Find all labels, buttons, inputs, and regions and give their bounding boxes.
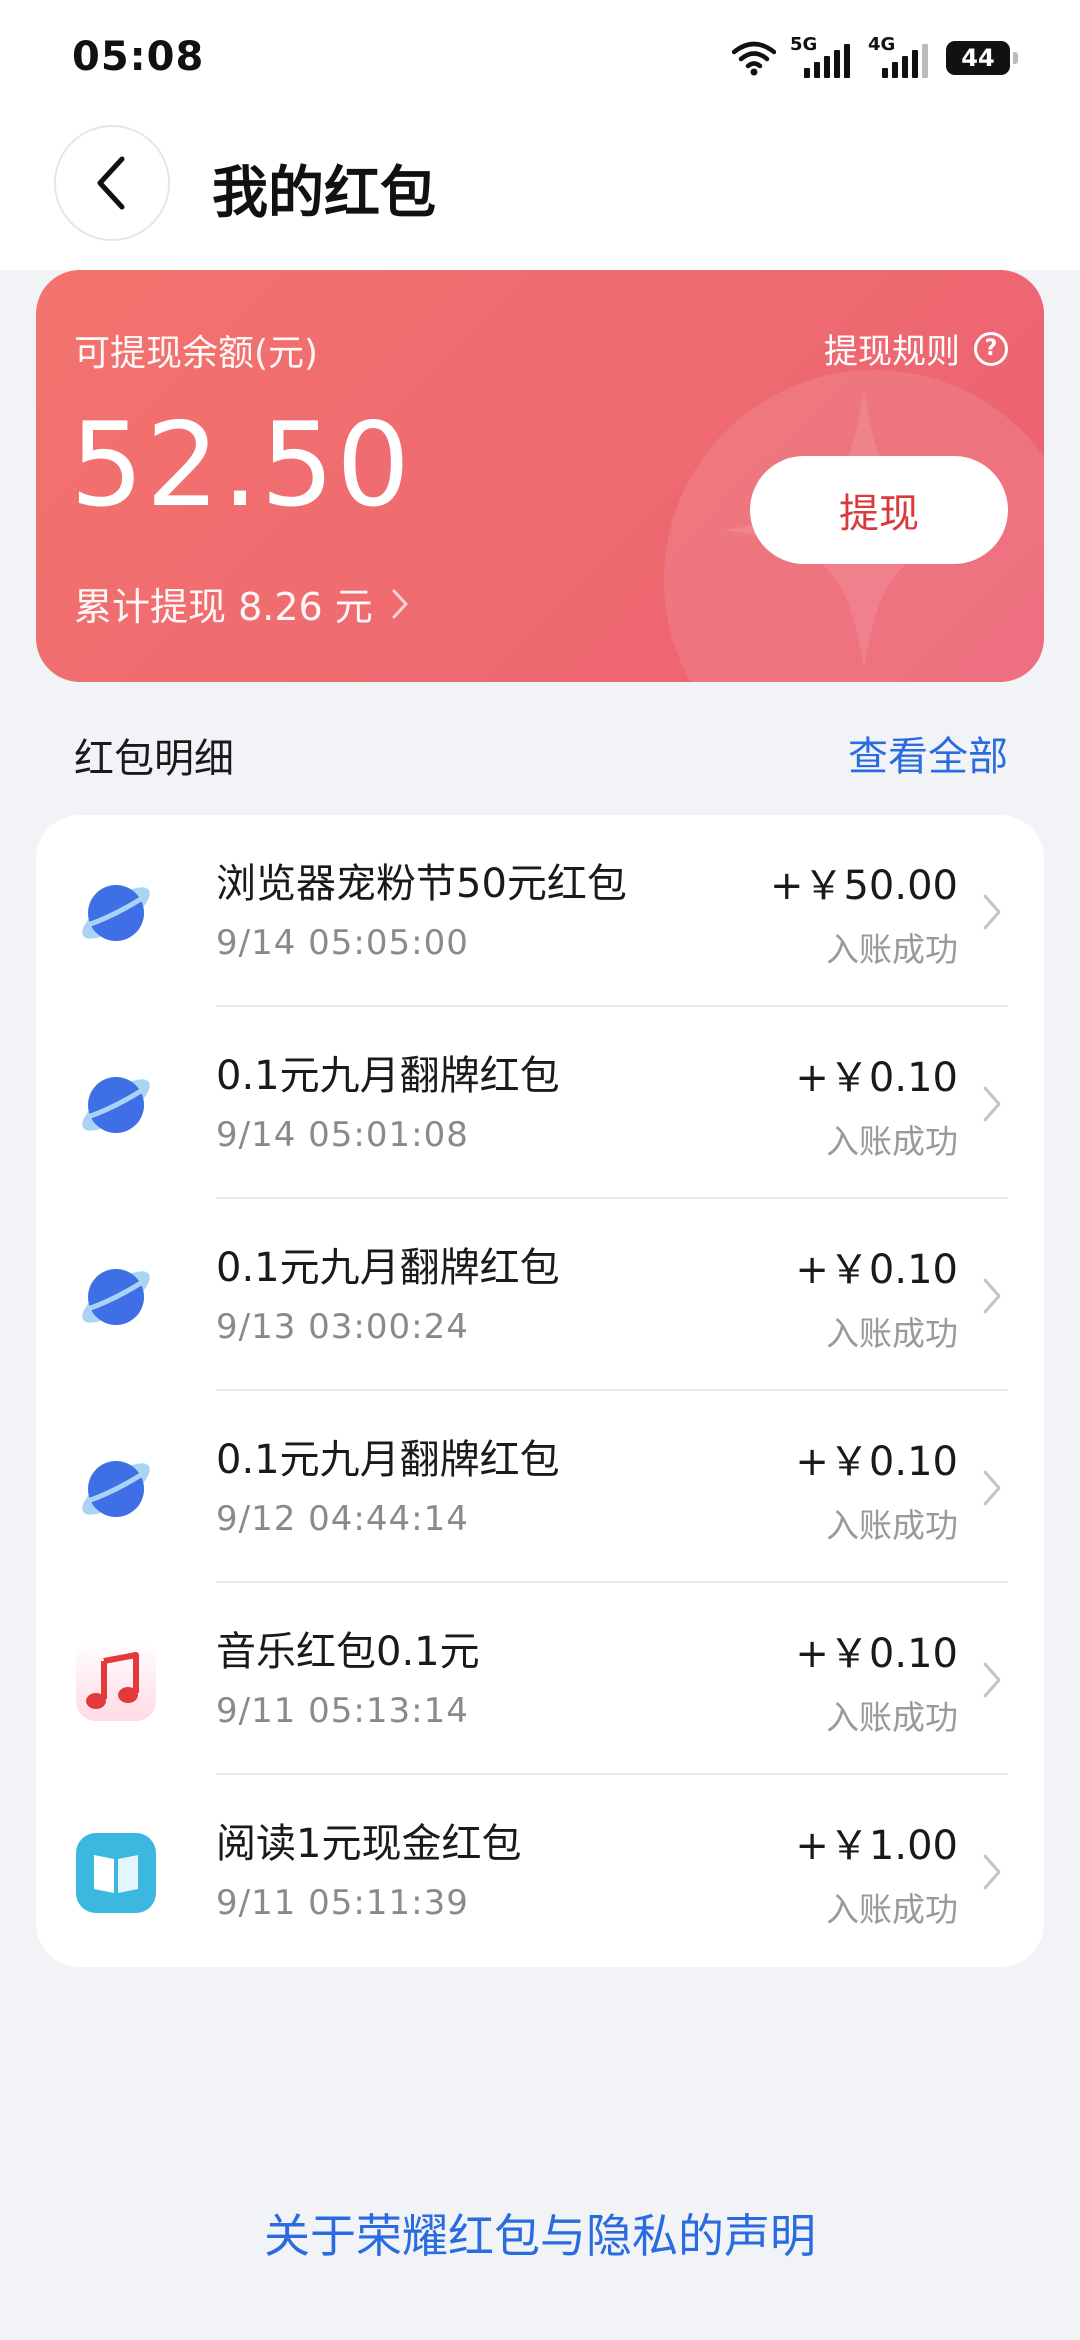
section-title: 红包明细 (74, 736, 234, 782)
item-time: 9/14 05:05:00 (216, 923, 469, 963)
list-item[interactable]: 0.1元九月翻牌红包 9/13 03:00:24 +￥0.10 入账成功 (36, 1199, 1044, 1391)
item-amount: +￥0.10 (795, 1247, 958, 1293)
item-amount: +￥0.10 (795, 1631, 958, 1677)
item-time: 9/14 05:01:08 (216, 1115, 469, 1155)
cumulative-text: 累计提现 8.26 元 (74, 585, 373, 629)
view-all-link[interactable]: 查看全部 (848, 724, 1008, 782)
item-status: 入账成功 (826, 930, 958, 969)
chevron-right-icon (983, 1086, 1001, 1122)
chevron-right-icon (392, 589, 408, 618)
item-status: 入账成功 (826, 1506, 958, 1545)
item-status: 入账成功 (826, 1314, 958, 1353)
red-packet-list: 浏览器宠粉节50元红包 9/14 05:05:00 +￥50.00 入账成功 0… (36, 815, 1044, 1967)
item-time: 9/13 03:00:24 (216, 1307, 469, 1347)
signal-bars-icon (882, 44, 928, 78)
item-time: 9/11 05:11:39 (216, 1883, 469, 1923)
chevron-right-icon (983, 1662, 1001, 1698)
chevron-right-icon (983, 1278, 1001, 1314)
item-title: 0.1元九月翻牌红包 (216, 1437, 560, 1483)
item-time: 9/11 05:13:14 (216, 1691, 469, 1731)
item-title: 0.1元九月翻牌红包 (216, 1053, 560, 1099)
withdraw-rules-link[interactable]: 提现规则 ? (824, 324, 1008, 373)
signal-4g: 4G (868, 34, 932, 78)
chevron-right-icon (983, 1470, 1001, 1506)
item-title: 音乐红包0.1元 (216, 1629, 480, 1675)
list-item[interactable]: 0.1元九月翻牌红包 9/12 04:44:14 +￥0.10 入账成功 (36, 1391, 1044, 1583)
battery-icon: 44 (946, 41, 1018, 75)
item-title: 浏览器宠粉节50元红包 (216, 861, 627, 907)
list-item[interactable]: 浏览器宠粉节50元红包 9/14 05:05:00 +￥50.00 入账成功 (36, 815, 1044, 1007)
item-amount: +￥0.10 (795, 1055, 958, 1101)
status-bar: 05:08 5G 4G 44 (0, 0, 1080, 120)
item-amount: +￥1.00 (795, 1823, 958, 1869)
music-icon (76, 1641, 156, 1721)
status-time: 05:08 (72, 34, 205, 80)
list-item[interactable]: 0.1元九月翻牌红包 9/14 05:01:08 +￥0.10 入账成功 (36, 1007, 1044, 1199)
list-item[interactable]: 阅读1元现金红包 9/11 05:11:39 +￥1.00 入账成功 (36, 1775, 1044, 1967)
item-title: 0.1元九月翻牌红包 (216, 1245, 560, 1291)
signal-5g: 5G (790, 34, 854, 78)
item-status: 入账成功 (826, 1698, 958, 1737)
page-title: 我的红包 (212, 161, 436, 226)
item-amount: +￥0.10 (795, 1439, 958, 1485)
help-icon: ? (974, 331, 1008, 366)
item-time: 9/12 04:44:14 (216, 1499, 469, 1539)
browser-icon (82, 1077, 150, 1133)
list-item[interactable]: 音乐红包0.1元 9/11 05:13:14 +￥0.10 入账成功 (36, 1583, 1044, 1775)
rules-label: 提现规则 (824, 332, 960, 372)
status-icons: 5G 4G 44 (732, 34, 1018, 80)
chevron-right-icon (983, 894, 1001, 930)
cumulative-withdraw-link[interactable]: 累计提现 8.26 元 (74, 576, 409, 631)
browser-icon (82, 1461, 150, 1517)
back-button[interactable] (54, 125, 170, 241)
item-status: 入账成功 (826, 1122, 958, 1161)
signal-bars-icon (804, 44, 850, 78)
privacy-statement-link[interactable]: 关于荣耀红包与隐私的声明 (0, 2200, 1080, 2266)
browser-icon (82, 1269, 150, 1325)
balance-amount: 52.50 (70, 398, 413, 533)
wifi-icon (732, 41, 776, 76)
app-header: 我的红包 (0, 120, 1080, 270)
item-amount: +￥50.00 (769, 863, 958, 909)
chevron-left-icon (97, 156, 125, 210)
withdraw-button[interactable]: 提现 (750, 456, 1008, 564)
item-status: 入账成功 (826, 1890, 958, 1929)
item-title: 阅读1元现金红包 (216, 1821, 522, 1867)
chevron-right-icon (983, 1854, 1001, 1890)
balance-label: 可提现余额(元) (74, 333, 319, 374)
reader-icon (76, 1833, 156, 1913)
browser-icon (82, 885, 150, 941)
balance-card: 可提现余额(元) 提现规则 ? 52.50 累计提现 8.26 元 提现 (36, 270, 1044, 682)
